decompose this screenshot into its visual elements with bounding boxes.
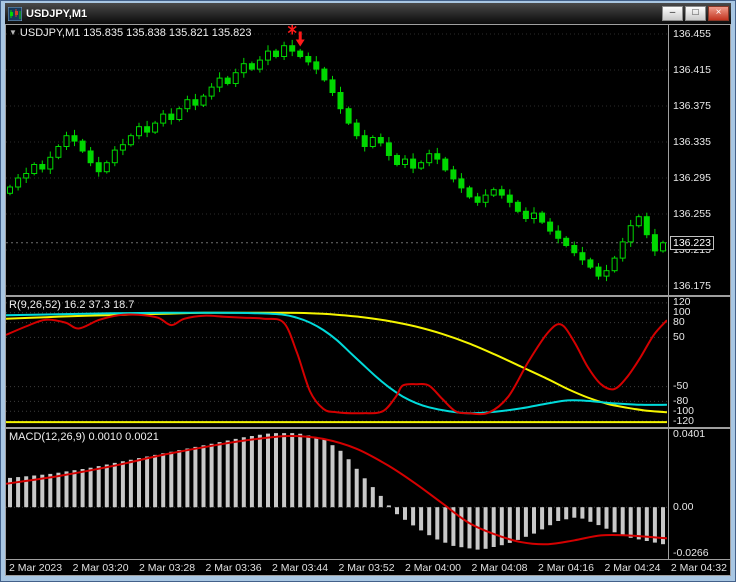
scale-label: 136.415	[673, 63, 711, 76]
macd-plot	[6, 433, 667, 550]
scale-label: 80	[673, 316, 685, 329]
time-label: 2 Mar 03:28	[139, 561, 196, 574]
scale-label: -120	[673, 414, 695, 427]
time-label: 2 Mar 04:24	[604, 561, 661, 574]
time-label: 2 Mar 04:08	[471, 561, 528, 574]
scale-label: 136.175	[673, 279, 711, 292]
chart-window-icon	[7, 6, 22, 21]
oscillator-scale[interactable]: 120 100 80 50 -50 -80 -100 -120	[668, 297, 730, 427]
scale-label: 136.375	[673, 99, 711, 112]
time-label: 2 Mar 03:44	[272, 561, 329, 574]
time-label: 2 Mar 04:00	[404, 561, 462, 574]
scale-label: 136.295	[673, 171, 711, 184]
time-label: 2 Mar 2023	[9, 561, 63, 574]
window-title: USDJPY,M1	[26, 7, 88, 20]
scale-label: 0.0401	[673, 428, 706, 440]
oscillator-panel[interactable]: R(9,26,52) 16.2 37.3 18.7 120 100 80 50 -50-…	[6, 297, 730, 427]
price-chart-panel[interactable]: ▼ USDJPY,M1 135.835 135.838 135.821 135.8…	[6, 25, 730, 295]
window-controls: – □ ×	[662, 6, 729, 21]
chart-window: USDJPY,M1 – □ × ▼ USDJPY,M1 135.835 135.8…	[0, 0, 736, 582]
bid-price-tag: 136.223	[670, 236, 714, 250]
scale-label: 0.00	[673, 500, 694, 513]
oscillator-plot	[6, 302, 667, 424]
time-label: 2 Mar 03:20	[72, 561, 129, 574]
scale-label: 136.255	[673, 207, 711, 220]
chart-shift-marker-icon[interactable]: ▼	[9, 28, 17, 37]
symbol-ohlc-label: ▼ USDJPY,M1 135.835 135.838 135.821 135.8…	[9, 27, 252, 39]
minimize-button[interactable]: –	[662, 6, 683, 21]
scale-label: 136.335	[673, 135, 711, 148]
chart-content: ▼ USDJPY,M1 135.835 135.838 135.821 135.8…	[5, 24, 731, 576]
symbol-ohlc-text: USDJPY,M1 135.835 135.838 135.821 135.82…	[19, 27, 252, 39]
time-axis[interactable]: 2 Mar 2023 2 Mar 03:20 2 Mar 03:28 2 Mar 03…	[6, 560, 730, 575]
scale-label: 136.455	[673, 27, 711, 40]
time-label: 2 Mar 04:16	[537, 561, 594, 574]
oscillator-label: R(9,26,52) 16.2 37.3 18.7	[9, 299, 135, 311]
time-label: 2 Mar 04:32	[670, 561, 727, 574]
time-label: 2 Mar 03:52	[338, 561, 395, 574]
macd-panel[interactable]: MACD(12,26,9) 0.0010 0.0021 0.0401 0.00 -0…	[6, 429, 730, 559]
scale-label: -50	[673, 380, 689, 393]
maximize-button[interactable]: □	[685, 6, 706, 21]
titlebar[interactable]: USDJPY,M1 – □ ×	[5, 3, 731, 24]
macd-scale[interactable]: 0.0401 0.00 -0.0266	[668, 429, 730, 559]
scale-label: 50	[673, 330, 685, 343]
macd-label: MACD(12,26,9) 0.0010 0.0021	[9, 431, 159, 443]
close-button[interactable]: ×	[708, 6, 729, 21]
price-scale[interactable]: 136.455 136.415 136.375 136.335 136.295 136.2…	[668, 25, 730, 295]
scale-label: -0.0266	[673, 547, 709, 559]
candlestick-plot	[6, 25, 667, 287]
time-label: 2 Mar 03:36	[205, 561, 262, 574]
